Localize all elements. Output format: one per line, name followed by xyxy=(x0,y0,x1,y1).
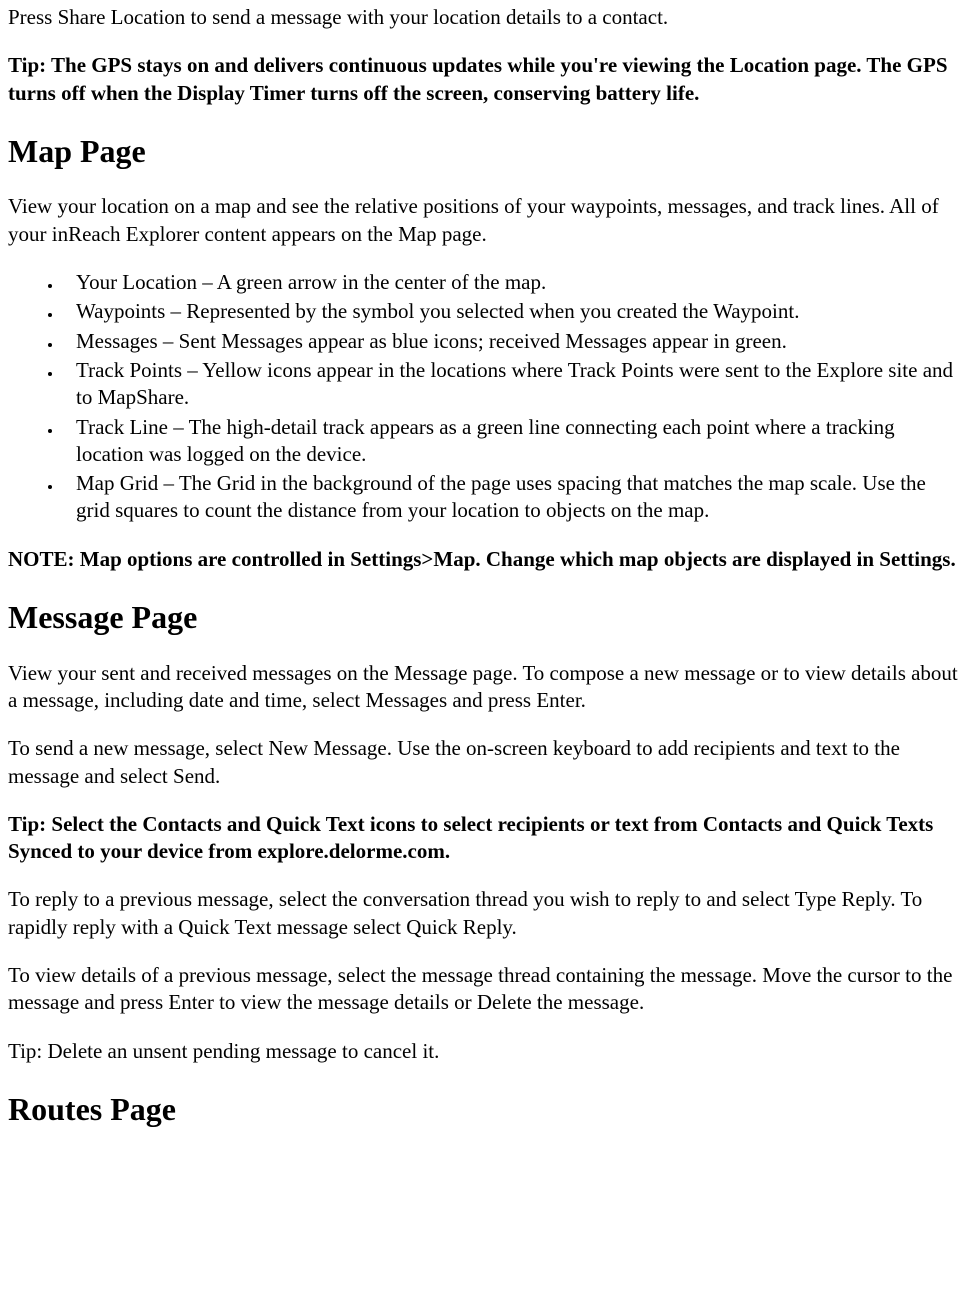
tip-delete-unsent: Tip: Delete an unsent pending message to… xyxy=(8,1038,964,1065)
list-item: Your Location – A green arrow in the cen… xyxy=(62,269,964,296)
heading-map-page: Map Page xyxy=(8,131,964,173)
tip-gps: Tip: The GPS stays on and delivers conti… xyxy=(8,52,964,107)
paragraph-map-intro: View your location on a map and see the … xyxy=(8,193,964,248)
note-map-options: NOTE: Map options are controlled in Sett… xyxy=(8,546,964,573)
list-item: Messages – Sent Messages appear as blue … xyxy=(62,328,964,355)
list-item: Track Line – The high-detail track appea… xyxy=(62,414,964,469)
list-item: Map Grid – The Grid in the background of… xyxy=(62,470,964,525)
list-item: Waypoints – Represented by the symbol yo… xyxy=(62,298,964,325)
heading-message-page: Message Page xyxy=(8,597,964,639)
tip-contacts-quicktext: Tip: Select the Contacts and Quick Text … xyxy=(8,811,964,866)
paragraph-new-message: To send a new message, select New Messag… xyxy=(8,735,964,790)
heading-routes-page: Routes Page xyxy=(8,1089,964,1131)
paragraph-reply: To reply to a previous message, select t… xyxy=(8,886,964,941)
list-item: Track Points – Yellow icons appear in th… xyxy=(62,357,964,412)
paragraph-message-intro: View your sent and received messages on … xyxy=(8,660,964,715)
paragraph-view-details: To view details of a previous message, s… xyxy=(8,962,964,1017)
map-items-list: Your Location – A green arrow in the cen… xyxy=(8,269,964,525)
paragraph-share-location: Press Share Location to send a message w… xyxy=(8,4,964,31)
